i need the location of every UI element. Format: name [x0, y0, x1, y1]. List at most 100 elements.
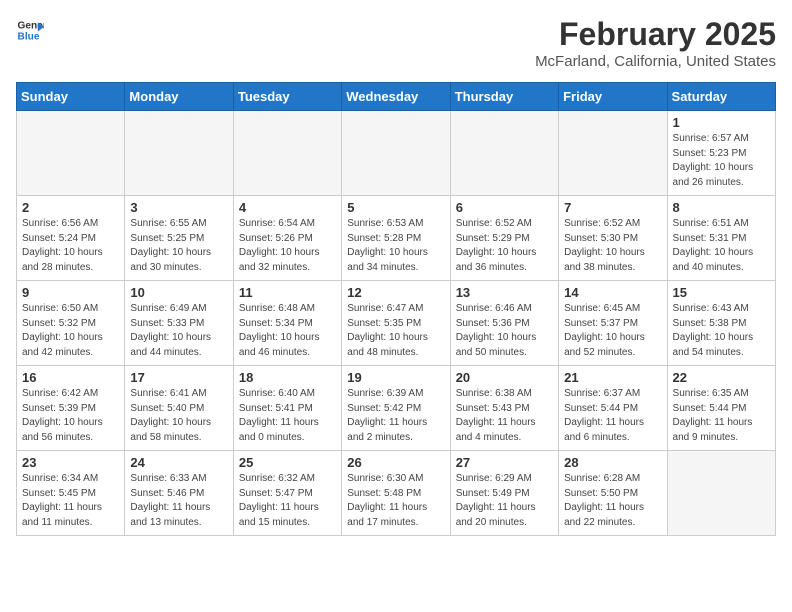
day-cell: 3 Sunrise: 6:55 AM Sunset: 5:25 PM Daylig…	[125, 196, 233, 281]
day-number: 18	[239, 370, 336, 385]
week-row-4: 23 Sunrise: 6:34 AM Sunset: 5:45 PM Dayli…	[17, 451, 776, 536]
day-number: 25	[239, 455, 336, 470]
day-info: Sunrise: 6:49 AM Sunset: 5:33 PM Dayligh…	[130, 302, 227, 360]
day-cell: 23 Sunrise: 6:34 AM Sunset: 5:45 PM Dayli…	[17, 451, 125, 536]
col-header-saturday: Saturday	[667, 83, 775, 111]
day-cell: 14 Sunrise: 6:45 AM Sunset: 5:37 PM Dayli…	[559, 281, 667, 366]
header-row: SundayMondayTuesdayWednesdayThursdayFrid…	[17, 83, 776, 111]
day-info: Sunrise: 6:46 AM Sunset: 5:36 PM Dayligh…	[456, 302, 553, 360]
day-cell: 26 Sunrise: 6:30 AM Sunset: 5:48 PM Dayli…	[342, 451, 450, 536]
day-cell: 28 Sunrise: 6:28 AM Sunset: 5:50 PM Dayli…	[559, 451, 667, 536]
day-cell: 8 Sunrise: 6:51 AM Sunset: 5:31 PM Daylig…	[667, 196, 775, 281]
day-cell: 27 Sunrise: 6:29 AM Sunset: 5:49 PM Dayli…	[450, 451, 558, 536]
day-cell: 18 Sunrise: 6:40 AM Sunset: 5:41 PM Dayli…	[233, 366, 341, 451]
day-number: 2	[22, 200, 119, 215]
day-info: Sunrise: 6:53 AM Sunset: 5:28 PM Dayligh…	[347, 217, 444, 275]
day-info: Sunrise: 6:34 AM Sunset: 5:45 PM Dayligh…	[22, 472, 119, 530]
day-cell: 11 Sunrise: 6:48 AM Sunset: 5:34 PM Dayli…	[233, 281, 341, 366]
day-number: 7	[564, 200, 661, 215]
day-info: Sunrise: 6:29 AM Sunset: 5:49 PM Dayligh…	[456, 472, 553, 530]
title-block: February 2025 McFarland, California, Uni…	[535, 16, 776, 70]
day-info: Sunrise: 6:38 AM Sunset: 5:43 PM Dayligh…	[456, 387, 553, 445]
day-info: Sunrise: 6:47 AM Sunset: 5:35 PM Dayligh…	[347, 302, 444, 360]
col-header-tuesday: Tuesday	[233, 83, 341, 111]
day-info: Sunrise: 6:57 AM Sunset: 5:23 PM Dayligh…	[673, 132, 770, 190]
day-number: 28	[564, 455, 661, 470]
logo-icon: General Blue	[16, 16, 44, 44]
day-number: 21	[564, 370, 661, 385]
day-number: 9	[22, 285, 119, 300]
day-info: Sunrise: 6:43 AM Sunset: 5:38 PM Dayligh…	[673, 302, 770, 360]
col-header-friday: Friday	[559, 83, 667, 111]
svg-text:Blue: Blue	[18, 31, 40, 42]
day-number: 27	[456, 455, 553, 470]
day-cell: 25Sunrise: 6:32 AM Sunset: 5:47 PM Dayli…	[233, 451, 341, 536]
week-row-0: 1 Sunrise: 6:57 AM Sunset: 5:23 PM Daylig…	[17, 111, 776, 196]
day-info: Sunrise: 6:42 AM Sunset: 5:39 PM Dayligh…	[22, 387, 119, 445]
col-header-thursday: Thursday	[450, 83, 558, 111]
day-cell: 13 Sunrise: 6:46 AM Sunset: 5:36 PM Dayli…	[450, 281, 558, 366]
day-info: Sunrise: 6:40 AM Sunset: 5:41 PM Dayligh…	[239, 387, 336, 445]
day-info: Sunrise: 6:48 AM Sunset: 5:34 PM Dayligh…	[239, 302, 336, 360]
day-info: Sunrise: 6:51 AM Sunset: 5:31 PM Dayligh…	[673, 217, 770, 275]
day-number: 20	[456, 370, 553, 385]
day-number: 22	[673, 370, 770, 385]
day-number: 11	[239, 285, 336, 300]
day-cell: 4Sunrise: 6:54 AM Sunset: 5:26 PM Daylig…	[233, 196, 341, 281]
calendar-subtitle: McFarland, California, United States	[535, 53, 776, 70]
page-header: General Blue February 2025 McFarland, Ca…	[16, 16, 776, 70]
day-cell: 7Sunrise: 6:52 AM Sunset: 5:30 PM Daylig…	[559, 196, 667, 281]
day-number: 8	[673, 200, 770, 215]
day-info: Sunrise: 6:30 AM Sunset: 5:48 PM Dayligh…	[347, 472, 444, 530]
day-number: 1	[673, 115, 770, 130]
day-cell	[125, 111, 233, 196]
day-info: Sunrise: 6:28 AM Sunset: 5:50 PM Dayligh…	[564, 472, 661, 530]
day-cell	[233, 111, 341, 196]
week-row-3: 16 Sunrise: 6:42 AM Sunset: 5:39 PM Dayli…	[17, 366, 776, 451]
day-cell	[667, 451, 775, 536]
day-cell: 1 Sunrise: 6:57 AM Sunset: 5:23 PM Daylig…	[667, 111, 775, 196]
day-cell: 17 Sunrise: 6:41 AM Sunset: 5:40 PM Dayli…	[125, 366, 233, 451]
day-cell: 24 Sunrise: 6:33 AM Sunset: 5:46 PM Dayli…	[125, 451, 233, 536]
day-info: Sunrise: 6:45 AM Sunset: 5:37 PM Dayligh…	[564, 302, 661, 360]
day-cell: 2 Sunrise: 6:56 AM Sunset: 5:24 PM Daylig…	[17, 196, 125, 281]
day-number: 16	[22, 370, 119, 385]
day-info: Sunrise: 6:52 AM Sunset: 5:29 PM Dayligh…	[456, 217, 553, 275]
calendar-table: SundayMondayTuesdayWednesdayThursdayFrid…	[16, 82, 776, 536]
day-info: Sunrise: 6:56 AM Sunset: 5:24 PM Dayligh…	[22, 217, 119, 275]
week-row-1: 2 Sunrise: 6:56 AM Sunset: 5:24 PM Daylig…	[17, 196, 776, 281]
day-number: 19	[347, 370, 444, 385]
calendar-title: February 2025	[535, 16, 776, 53]
day-cell: 5Sunrise: 6:53 AM Sunset: 5:28 PM Daylig…	[342, 196, 450, 281]
col-header-monday: Monday	[125, 83, 233, 111]
day-cell: 20 Sunrise: 6:38 AM Sunset: 5:43 PM Dayli…	[450, 366, 558, 451]
day-number: 14	[564, 285, 661, 300]
day-number: 23	[22, 455, 119, 470]
day-info: Sunrise: 6:50 AM Sunset: 5:32 PM Dayligh…	[22, 302, 119, 360]
day-info: Sunrise: 6:37 AM Sunset: 5:44 PM Dayligh…	[564, 387, 661, 445]
day-cell: 21 Sunrise: 6:37 AM Sunset: 5:44 PM Dayli…	[559, 366, 667, 451]
logo: General Blue	[16, 16, 44, 44]
day-number: 17	[130, 370, 227, 385]
day-cell: 16 Sunrise: 6:42 AM Sunset: 5:39 PM Dayli…	[17, 366, 125, 451]
day-cell: 15 Sunrise: 6:43 AM Sunset: 5:38 PM Dayli…	[667, 281, 775, 366]
day-cell	[342, 111, 450, 196]
day-number: 26	[347, 455, 444, 470]
day-number: 24	[130, 455, 227, 470]
day-cell: 12 Sunrise: 6:47 AM Sunset: 5:35 PM Dayli…	[342, 281, 450, 366]
day-number: 13	[456, 285, 553, 300]
day-info: Sunrise: 6:41 AM Sunset: 5:40 PM Dayligh…	[130, 387, 227, 445]
day-number: 10	[130, 285, 227, 300]
day-number: 6	[456, 200, 553, 215]
week-row-2: 9 Sunrise: 6:50 AM Sunset: 5:32 PM Daylig…	[17, 281, 776, 366]
day-cell: 10 Sunrise: 6:49 AM Sunset: 5:33 PM Dayli…	[125, 281, 233, 366]
day-cell	[450, 111, 558, 196]
day-info: Sunrise: 6:55 AM Sunset: 5:25 PM Dayligh…	[130, 217, 227, 275]
day-number: 12	[347, 285, 444, 300]
day-cell	[559, 111, 667, 196]
col-header-sunday: Sunday	[17, 83, 125, 111]
day-number: 3	[130, 200, 227, 215]
day-number: 15	[673, 285, 770, 300]
day-info: Sunrise: 6:33 AM Sunset: 5:46 PM Dayligh…	[130, 472, 227, 530]
day-info: Sunrise: 6:54 AM Sunset: 5:26 PM Dayligh…	[239, 217, 336, 275]
